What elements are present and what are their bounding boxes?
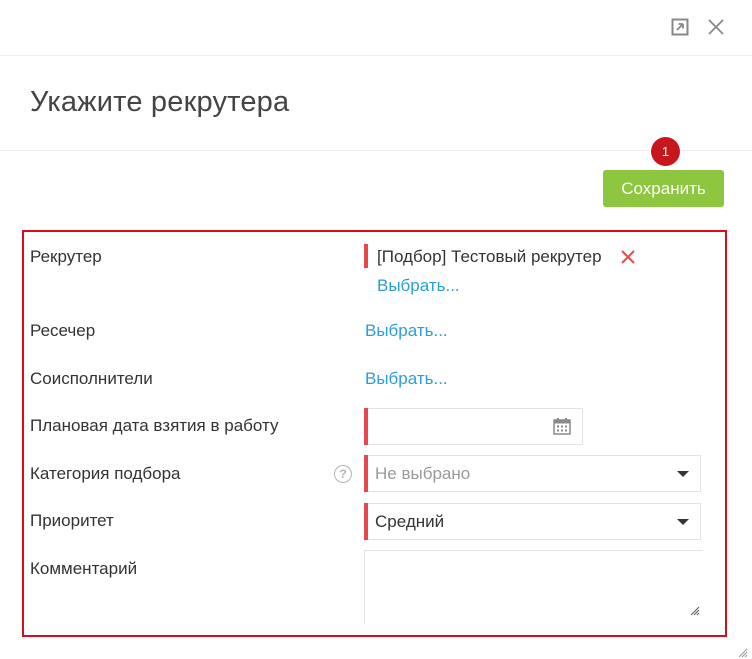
divider <box>0 150 752 151</box>
coexecutors-label: Соисполнители <box>30 369 153 388</box>
priority-label: Приоритет <box>30 511 114 530</box>
category-select-value: Не выбрано <box>375 464 471 483</box>
dialog-topbar <box>0 0 752 56</box>
priority-select[interactable]: Средний <box>364 503 701 540</box>
recruiter-selected-value: [Подбор] Тестовый рекрутер <box>377 247 602 266</box>
chevron-down-icon <box>677 471 689 477</box>
planned-date-input[interactable] <box>364 408 583 445</box>
expand-icon[interactable] <box>667 14 693 40</box>
researcher-choose-link[interactable]: Выбрать... <box>365 321 448 341</box>
required-marker <box>364 455 368 492</box>
planned-date-label: Плановая дата взятия в работу <box>30 416 279 435</box>
dialog-title: Укажите рекрутера <box>30 86 290 118</box>
recruiter-label: Рекрутер <box>30 247 102 266</box>
close-icon[interactable] <box>703 14 729 40</box>
chevron-down-icon <box>677 519 689 525</box>
remove-recruiter-icon[interactable] <box>620 249 636 265</box>
help-icon[interactable]: ? <box>334 465 352 483</box>
coexecutors-choose-link[interactable]: Выбрать... <box>365 369 448 389</box>
step-badge: 1 <box>651 137 680 166</box>
comment-textarea[interactable] <box>364 550 703 624</box>
required-marker <box>364 244 368 268</box>
calendar-icon[interactable] <box>553 417 571 440</box>
recruiter-choose-link[interactable]: Выбрать... <box>377 276 460 296</box>
save-button[interactable]: Сохранить <box>603 170 724 207</box>
resize-handle-icon[interactable] <box>690 603 700 621</box>
required-marker <box>364 503 368 540</box>
researcher-label: Ресечер <box>30 321 96 340</box>
category-label: Категория подбора <box>30 464 181 483</box>
comment-label: Комментарий <box>30 559 138 578</box>
category-select[interactable]: Не выбрано <box>364 455 701 492</box>
priority-select-value: Средний <box>375 512 445 531</box>
dialog-resize-icon[interactable] <box>738 645 748 659</box>
required-marker <box>364 408 368 445</box>
